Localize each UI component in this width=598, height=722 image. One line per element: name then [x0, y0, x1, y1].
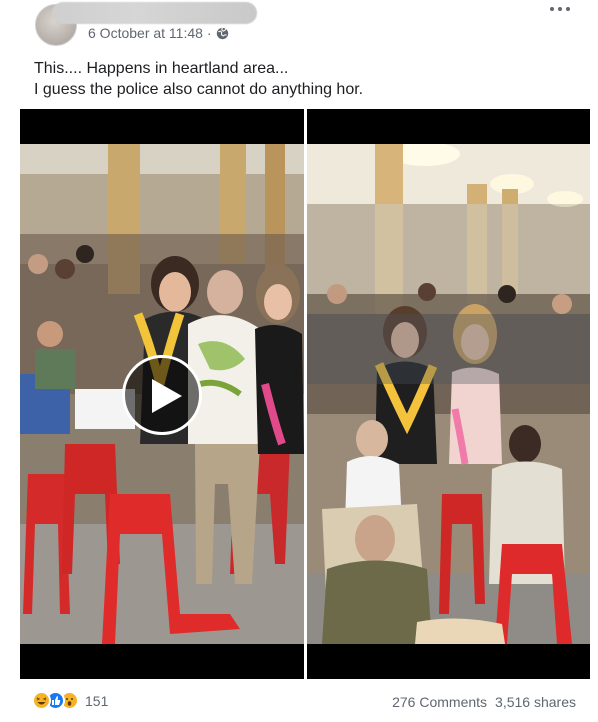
post-text-line: I guess the police also cannot do anythi… — [34, 81, 364, 98]
engagement-counts: 276 Comments 3,516 shares — [392, 694, 576, 710]
author-name-redacted — [52, 2, 257, 24]
reactions-summary[interactable]: 151 — [32, 691, 108, 710]
comments-count-link[interactable]: 276 Comments — [392, 694, 487, 710]
more-options-icon[interactable] — [548, 2, 572, 16]
post-text-line: This.... Happens in heartland area... — [34, 60, 289, 77]
video-thumbnail[interactable] — [20, 109, 304, 679]
post-text: This.... Happens in heartland area... I … — [34, 58, 363, 100]
shares-count-link[interactable]: 3,516 shares — [495, 694, 576, 710]
post-photo[interactable] — [307, 109, 590, 679]
globe-icon — [217, 27, 229, 39]
photo-scene-image — [307, 144, 590, 644]
reaction-count: 151 — [85, 692, 109, 709]
play-icon — [152, 379, 182, 413]
post-timestamp[interactable]: 6 October at 11:48 · — [88, 25, 211, 41]
play-button[interactable] — [122, 355, 202, 435]
haha-icon — [32, 691, 51, 710]
post-header: 6 October at 11:48 · — [0, 0, 598, 52]
post-meta: 6 October at 11:48 · — [88, 25, 229, 41]
post-footer: 151 276 Comments 3,516 shares — [0, 680, 598, 722]
